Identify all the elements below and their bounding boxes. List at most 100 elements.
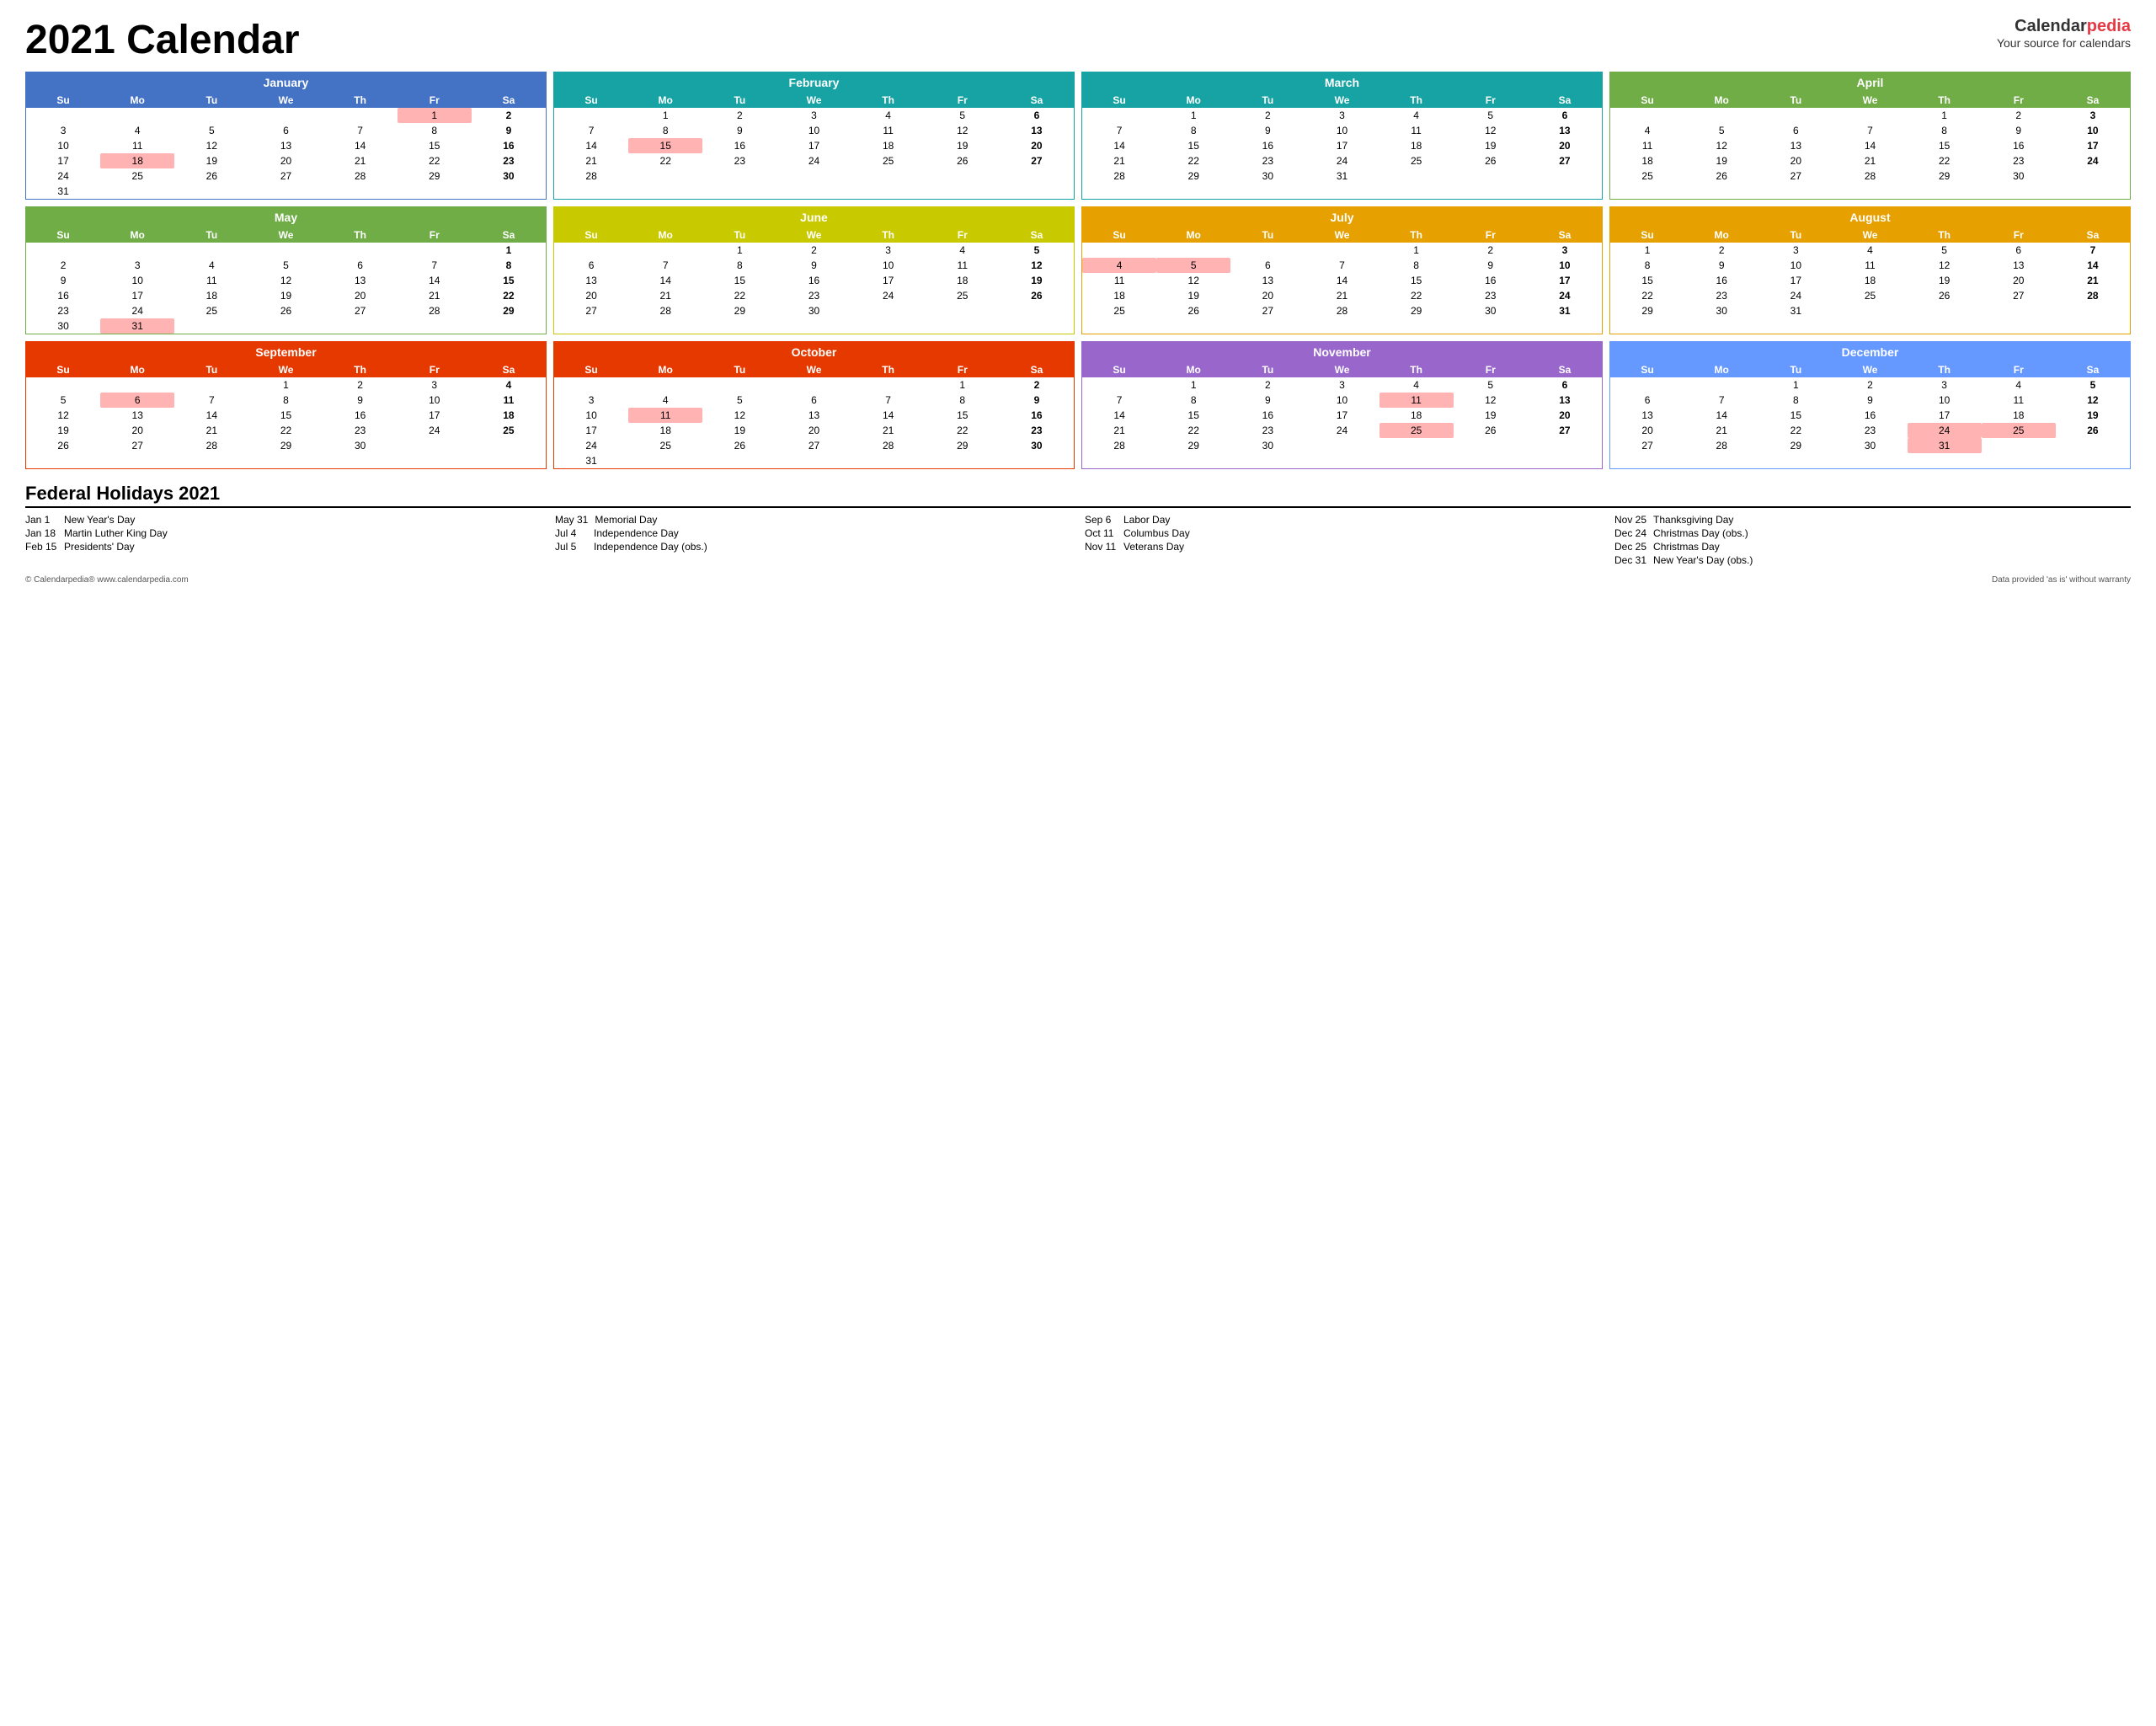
calendar-day bbox=[398, 438, 472, 453]
calendar-day: 19 bbox=[1454, 138, 1528, 153]
calendar-day bbox=[1610, 377, 1684, 393]
calendar-day: 13 bbox=[776, 408, 851, 423]
calendar-day: 30 bbox=[1230, 168, 1305, 184]
calendar-day bbox=[174, 243, 248, 258]
calendar-day: 14 bbox=[554, 138, 628, 153]
calendar-day: 15 bbox=[1156, 408, 1230, 423]
calendar-day: 11 bbox=[851, 123, 926, 138]
weekday-header-tu: Tu bbox=[174, 93, 248, 108]
calendar-day: 11 bbox=[1982, 393, 2056, 408]
calendar-day: 2 bbox=[1982, 108, 2056, 123]
weekday-header-fr: Fr bbox=[1982, 93, 2056, 108]
calendar-day: 3 bbox=[2056, 108, 2130, 123]
calendar-day: 8 bbox=[1758, 393, 1833, 408]
calendar-day: 6 bbox=[1610, 393, 1684, 408]
calendar-day: 22 bbox=[472, 288, 546, 303]
holiday-item: Dec 31New Year's Day (obs.) bbox=[1614, 553, 2131, 567]
month-mar: MarchSuMoTuWeThFrSa123456789101112131415… bbox=[1081, 72, 1603, 200]
calendar-day: 26 bbox=[926, 153, 1000, 168]
weekday-header-fr: Fr bbox=[926, 362, 1000, 377]
calendar-day: 25 bbox=[1833, 288, 1907, 303]
calendar-day: 15 bbox=[248, 408, 323, 423]
holiday-date: Jul 5 bbox=[555, 541, 587, 553]
calendar-day bbox=[323, 184, 398, 199]
calendar-day: 27 bbox=[1528, 153, 1602, 168]
calendar-day: 5 bbox=[926, 108, 1000, 123]
month-table-feb: SuMoTuWeThFrSa12345678910111213141516171… bbox=[554, 93, 1074, 184]
calendar-day: 26 bbox=[26, 438, 100, 453]
calendar-day: 27 bbox=[1758, 168, 1833, 184]
calendar-day: 7 bbox=[1833, 123, 1907, 138]
calendar-day: 14 bbox=[1082, 138, 1156, 153]
calendar-day: 7 bbox=[2056, 243, 2130, 258]
calendar-day bbox=[851, 453, 926, 468]
weekday-header-mo: Mo bbox=[628, 362, 702, 377]
weekday-header-su: Su bbox=[554, 362, 628, 377]
holiday-item: Jan 1New Year's Day bbox=[25, 513, 542, 526]
calendar-day bbox=[472, 438, 546, 453]
calendar-day: 22 bbox=[398, 153, 472, 168]
calendar-day: 13 bbox=[323, 273, 398, 288]
month-header-jun: June bbox=[554, 207, 1074, 227]
calendar-day bbox=[248, 184, 323, 199]
calendar-day: 15 bbox=[926, 408, 1000, 423]
weekday-header-sa: Sa bbox=[1000, 93, 1074, 108]
calendar-day: 10 bbox=[398, 393, 472, 408]
calendar-day: 29 bbox=[1908, 168, 1982, 184]
calendar-day: 26 bbox=[248, 303, 323, 318]
calendar-day: 4 bbox=[1082, 258, 1156, 273]
calendar-day: 29 bbox=[398, 168, 472, 184]
calendar-day: 13 bbox=[248, 138, 323, 153]
holiday-item: Sep 6Labor Day bbox=[1085, 513, 1601, 526]
calendar-day: 30 bbox=[1833, 438, 1907, 453]
month-apr: AprilSuMoTuWeThFrSa123456789101112131415… bbox=[1609, 72, 2131, 200]
calendar-day: 6 bbox=[1982, 243, 2056, 258]
calendar-day: 12 bbox=[248, 273, 323, 288]
weekday-header-su: Su bbox=[1610, 227, 1684, 243]
calendar-day: 11 bbox=[100, 138, 174, 153]
calendar-day: 12 bbox=[1908, 258, 1982, 273]
calendar-day: 12 bbox=[2056, 393, 2130, 408]
calendar-day: 15 bbox=[628, 138, 702, 153]
calendar-day bbox=[776, 453, 851, 468]
calendar-day: 13 bbox=[1528, 123, 1602, 138]
weekday-header-fr: Fr bbox=[1982, 227, 2056, 243]
calendar-day: 6 bbox=[554, 258, 628, 273]
weekday-header-tu: Tu bbox=[1230, 93, 1305, 108]
calendar-day: 13 bbox=[100, 408, 174, 423]
calendar-day: 27 bbox=[1230, 303, 1305, 318]
calendar-day: 24 bbox=[1908, 423, 1982, 438]
weekday-header-we: We bbox=[1305, 362, 1379, 377]
calendar-day: 28 bbox=[1833, 168, 1907, 184]
calendar-day: 25 bbox=[174, 303, 248, 318]
calendar-day: 25 bbox=[1380, 423, 1454, 438]
weekday-header-fr: Fr bbox=[1982, 362, 2056, 377]
calendar-day: 19 bbox=[2056, 408, 2130, 423]
weekday-header-tu: Tu bbox=[174, 362, 248, 377]
calendar-day bbox=[1684, 108, 1758, 123]
calendar-day: 1 bbox=[1758, 377, 1833, 393]
month-header-jan: January bbox=[26, 72, 546, 93]
calendar-day: 10 bbox=[554, 408, 628, 423]
holiday-name: Memorial Day bbox=[595, 514, 657, 526]
holiday-name: Veterans Day bbox=[1123, 541, 1184, 553]
calendar-day: 13 bbox=[1528, 393, 1602, 408]
weekday-header-th: Th bbox=[323, 362, 398, 377]
calendar-day: 20 bbox=[776, 423, 851, 438]
calendar-day: 4 bbox=[851, 108, 926, 123]
calendar-day: 18 bbox=[1610, 153, 1684, 168]
calendar-day: 2 bbox=[1230, 108, 1305, 123]
calendar-day: 18 bbox=[1982, 408, 2056, 423]
weekday-header-we: We bbox=[248, 227, 323, 243]
weekday-header-tu: Tu bbox=[702, 227, 776, 243]
month-oct: OctoberSuMoTuWeThFrSa1234567891011121314… bbox=[553, 341, 1075, 469]
calendar-day: 1 bbox=[1156, 108, 1230, 123]
calendar-day: 19 bbox=[926, 138, 1000, 153]
calendar-day: 15 bbox=[398, 138, 472, 153]
calendar-day: 26 bbox=[1908, 288, 1982, 303]
calendar-day: 6 bbox=[323, 258, 398, 273]
weekday-header-sa: Sa bbox=[472, 93, 546, 108]
holiday-name: Independence Day bbox=[594, 527, 679, 539]
month-sep: SeptemberSuMoTuWeThFrSa12345678910111213… bbox=[25, 341, 547, 469]
calendar-day: 31 bbox=[1758, 303, 1833, 318]
